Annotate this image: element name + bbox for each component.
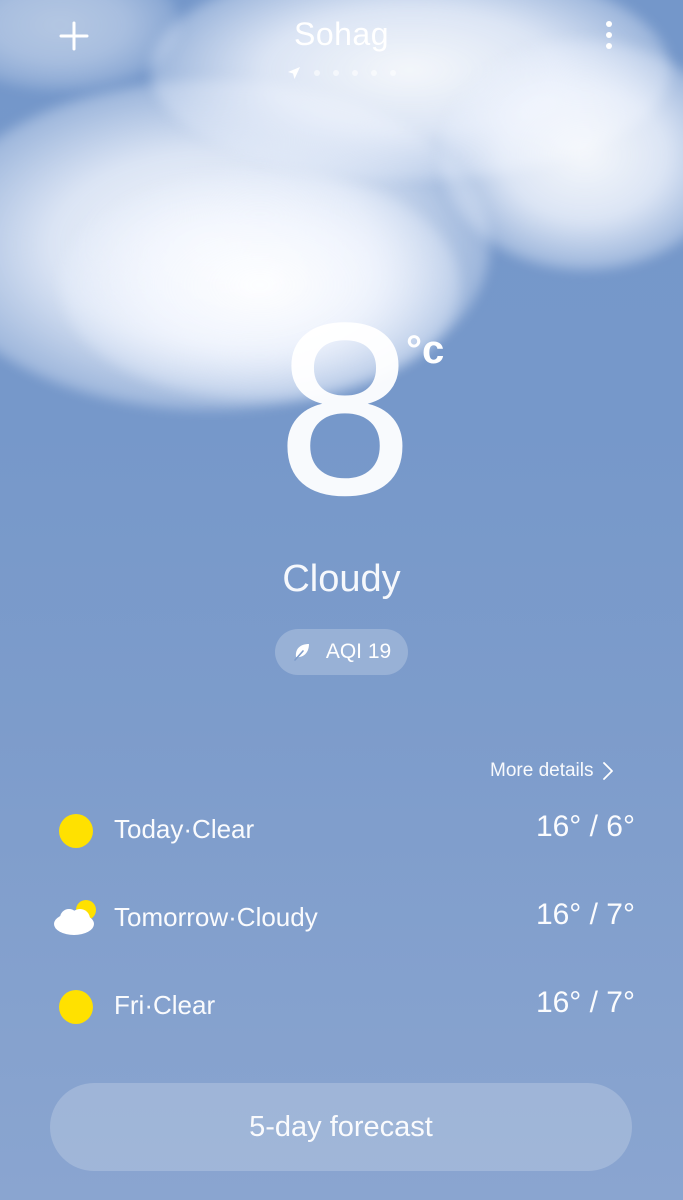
forecast-row-friday[interactable]: Fri·Clear 16° / 7° — [50, 980, 635, 1040]
forecast-temps: 16° / 7° — [535, 986, 635, 1019]
navigation-arrow-icon — [288, 67, 300, 79]
page-indicator[interactable] — [0, 66, 683, 80]
five-day-forecast-label: 5-day forecast — [249, 1110, 433, 1143]
forecast-day-label: Fri·Clear — [114, 990, 216, 1020]
aqi-label: AQI 19 — [325, 640, 392, 663]
more-details-label: More details — [490, 760, 594, 781]
page-dot — [352, 70, 358, 76]
forecast-row-today[interactable]: Today·Clear 16° / 6° — [50, 804, 635, 864]
sun-icon — [59, 814, 93, 848]
leaf-icon — [294, 644, 309, 661]
more-options-button[interactable] — [596, 18, 622, 54]
forecast-temps: 16° / 7° — [535, 898, 635, 931]
top-bar: Sohag — [0, 0, 683, 90]
five-day-forecast-button[interactable]: 5-day forecast — [50, 1083, 632, 1171]
page-dot — [371, 70, 377, 76]
city-name: Sohag — [293, 16, 390, 52]
temperature-unit: °c — [406, 328, 445, 372]
more-vert-icon — [606, 21, 612, 49]
weather-condition: Cloudy — [282, 558, 401, 600]
forecast-row-tomorrow[interactable]: Tomorrow·Cloudy 16° / 7° — [50, 892, 635, 952]
page-dot — [390, 70, 396, 76]
more-details-link[interactable]: More details — [490, 760, 614, 782]
forecast-day-label: Today·Clear — [114, 814, 255, 844]
forecast-day-label: Tomorrow·Cloudy — [114, 902, 318, 932]
partly-cloudy-icon — [54, 900, 96, 935]
chevron-right-icon — [602, 762, 613, 780]
sun-icon — [59, 990, 93, 1024]
temperature-value: 8 — [271, 281, 419, 548]
page-dot — [314, 70, 320, 76]
forecast-temps: 16° / 6° — [535, 810, 635, 843]
aqi-badge[interactable]: AQI 19 — [275, 629, 408, 675]
page-dot — [333, 70, 339, 76]
